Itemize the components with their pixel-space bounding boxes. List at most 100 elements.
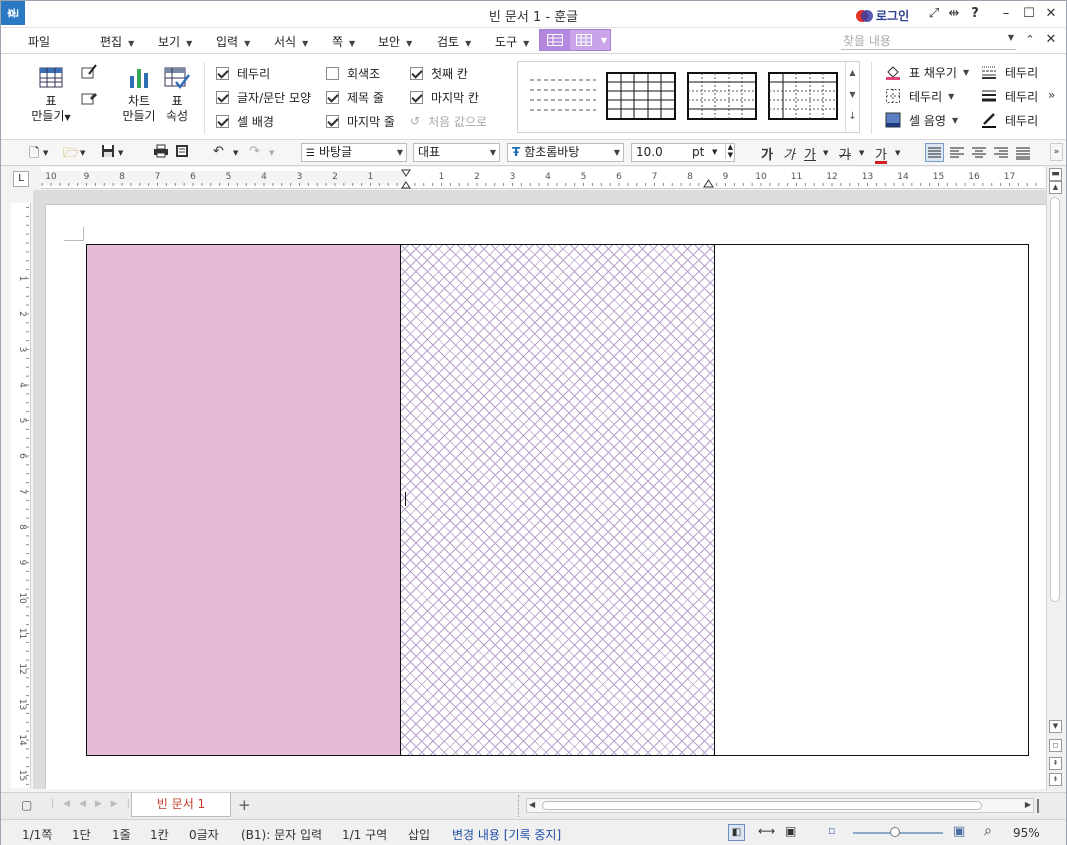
document-area[interactable] bbox=[33, 190, 1046, 789]
table-layout-tab[interactable] bbox=[570, 30, 598, 50]
page-view-icon[interactable]: ◧ bbox=[728, 824, 745, 841]
checkbox-grayscale[interactable]: 회색조 bbox=[326, 65, 380, 81]
table-erase-icon[interactable] bbox=[81, 90, 97, 109]
menu-edit[interactable]: 편집 ▼ bbox=[100, 33, 134, 50]
table-cell-c1[interactable] bbox=[715, 245, 1028, 755]
status-page[interactable]: 1/1쪽 bbox=[22, 826, 52, 843]
table-style-grid-solid[interactable] bbox=[606, 72, 676, 120]
chart-make-button[interactable]: 차트 만들기 bbox=[119, 66, 159, 124]
border-width-button[interactable]: 테두리 bbox=[981, 87, 1038, 105]
menu-file[interactable]: 파일 bbox=[28, 33, 50, 50]
fullscreen-icon[interactable]: ⤢ bbox=[926, 6, 942, 21]
menu-view[interactable]: 보기 ▼ bbox=[158, 33, 192, 50]
style-select[interactable]: ☰ 바탕글 ▼ bbox=[301, 143, 407, 162]
horizontal-ruler[interactable]: 10 9 8 7 6 5 4 3 2 1 1 2 3 4 5 6 7 8 9 10 11 12 13 14 15 16 17 bbox=[41, 167, 1045, 189]
zoom-level[interactable]: 95% bbox=[1013, 826, 1040, 840]
maximize-icon[interactable]: ☐ bbox=[1021, 6, 1037, 21]
menu-review[interactable]: 검토 ▼ bbox=[437, 33, 471, 50]
align-right-button[interactable] bbox=[993, 145, 1009, 165]
checkbox-first-column[interactable]: 첫째 칸 bbox=[410, 65, 468, 81]
undo-icon[interactable]: ↶ bbox=[213, 144, 224, 159]
font-size-input[interactable]: 10.0 pt ▼ ▲ ▼ bbox=[631, 143, 735, 162]
table-style-grid-mixed[interactable] bbox=[687, 72, 757, 120]
scroll-split-handle[interactable] bbox=[518, 795, 520, 817]
align-left-button[interactable] bbox=[949, 145, 965, 165]
border-color-button[interactable]: 테두리 bbox=[981, 111, 1038, 129]
vertical-scrollbar[interactable]: ▬ ▲ ▼ ◻ ⇞ ⇟ bbox=[1046, 167, 1063, 791]
chevron-down-icon[interactable]: ▼ bbox=[43, 149, 48, 157]
reset-defaults-button[interactable]: ↺ 처음 값으로 bbox=[410, 113, 487, 129]
help-icon[interactable]: ? bbox=[967, 6, 983, 21]
print-icon[interactable] bbox=[153, 144, 169, 162]
scroll-up-icon[interactable]: ▲ bbox=[1049, 181, 1062, 194]
zoom-magnifier-icon[interactable]: ⌕ bbox=[984, 823, 992, 839]
chevron-down-icon[interactable]: ▼ bbox=[233, 149, 238, 157]
split-handle-icon[interactable]: ▬ bbox=[1049, 168, 1062, 181]
minimize-icon[interactable]: – bbox=[998, 6, 1014, 21]
checkbox-header-row[interactable]: 제목 줄 bbox=[326, 89, 384, 105]
chevron-down-icon[interactable]: ▼ bbox=[846, 84, 859, 106]
close-doc-icon[interactable]: ✕ bbox=[1043, 32, 1059, 47]
gallery-more-icon[interactable]: ↓ bbox=[846, 106, 859, 128]
status-insert-mode[interactable]: 삽입 bbox=[408, 826, 430, 843]
add-tab-button[interactable]: + bbox=[238, 796, 251, 814]
checkbox-border[interactable]: 테두리 bbox=[216, 65, 270, 81]
align-center-button[interactable] bbox=[971, 145, 987, 165]
table-make-button[interactable]: 표 만들기▼ bbox=[29, 66, 73, 125]
zoom-out-icon[interactable]: ▫ bbox=[828, 824, 835, 837]
checkbox-last-row[interactable]: 마지막 줄 bbox=[326, 113, 395, 129]
print-preview-icon[interactable] bbox=[175, 144, 189, 162]
table-style-dashed[interactable] bbox=[528, 72, 598, 120]
table-style-grid-dotted[interactable] bbox=[768, 72, 838, 120]
redo-icon[interactable]: ↷ bbox=[249, 144, 260, 159]
chevron-down-icon[interactable]: ▼ bbox=[269, 149, 274, 157]
chevron-down-icon[interactable]: ▼ bbox=[1008, 33, 1014, 42]
status-track-changes[interactable]: 변경 내용 [기록 중지] bbox=[452, 826, 561, 843]
strikethrough-button[interactable]: 가 bbox=[839, 144, 851, 163]
next-page-icon[interactable]: ⇟ bbox=[1049, 773, 1062, 786]
scroll-thumb[interactable] bbox=[542, 801, 982, 810]
prev-page-icon[interactable]: ⇞ bbox=[1049, 757, 1062, 770]
gallery-scrollbar[interactable]: ▲ ▼ ↓ bbox=[845, 62, 859, 132]
save-icon[interactable] bbox=[101, 144, 115, 162]
horizontal-scrollbar[interactable]: ◀ ▶ bbox=[526, 798, 1034, 813]
cell-shading-button[interactable]: 셀 음영 ▼ bbox=[885, 111, 958, 129]
table-props-button[interactable]: 표 속성 bbox=[161, 66, 193, 124]
chevron-down-icon[interactable]: ▼ bbox=[859, 149, 864, 157]
login-button[interactable]: 로그인 bbox=[856, 7, 909, 24]
chevron-down-icon[interactable]: ▼ bbox=[895, 149, 900, 157]
font-color-button[interactable]: 가 bbox=[875, 144, 887, 163]
split-view-icon[interactable]: ⇹ bbox=[946, 6, 962, 21]
menu-security[interactable]: 보안 ▼ bbox=[378, 33, 412, 50]
scroll-thumb[interactable] bbox=[1050, 197, 1060, 602]
tab-list-icon[interactable]: ▢ bbox=[21, 798, 32, 812]
underline-button[interactable]: 가 bbox=[804, 144, 816, 163]
menu-tools[interactable]: 도구 ▼ bbox=[495, 33, 529, 50]
size-stepper-icon[interactable]: ▲ ▼ bbox=[724, 143, 733, 159]
zoom-in-icon[interactable]: ▣ bbox=[953, 824, 965, 839]
vertical-ruler[interactable]: 1 2 3 4 5 6 7 8 9 10 11 12 13 14 15 bbox=[11, 203, 31, 788]
table-fill-button[interactable]: 표 채우기 ▼ bbox=[885, 63, 969, 81]
checkbox-last-column[interactable]: 마지막 칸 bbox=[410, 89, 479, 105]
collapse-ribbon-icon[interactable]: ⌃ bbox=[1022, 33, 1038, 46]
split-bar[interactable] bbox=[1037, 799, 1039, 813]
chevron-down-icon[interactable]: ▼ bbox=[823, 149, 828, 157]
right-indent-marker-icon[interactable] bbox=[703, 179, 714, 188]
ribbon-expand-icon[interactable]: » bbox=[1048, 88, 1055, 102]
align-distribute-button[interactable] bbox=[1015, 145, 1031, 165]
checkbox-char-para-shape[interactable]: 글자/문단 모양 bbox=[216, 89, 311, 105]
scroll-down-icon[interactable]: ▼ bbox=[1049, 720, 1062, 733]
language-select[interactable]: 대표 ▼ bbox=[413, 143, 500, 162]
full-view-icon[interactable]: ▣ bbox=[785, 824, 796, 838]
menu-format[interactable]: 서식 ▼ bbox=[274, 33, 308, 50]
zoom-slider-handle[interactable] bbox=[890, 827, 900, 837]
chevron-down-icon[interactable]: ▼ bbox=[80, 149, 85, 157]
width-view-icon[interactable]: ⟷ bbox=[758, 824, 775, 838]
align-justify-button[interactable] bbox=[925, 143, 944, 162]
scroll-left-icon[interactable]: ◀ bbox=[529, 800, 535, 809]
tab-document-1[interactable]: 빈 문서 1 bbox=[131, 793, 231, 817]
scroll-right-icon[interactable]: ▶ bbox=[1025, 800, 1031, 809]
chevron-up-icon[interactable]: ▲ bbox=[846, 62, 859, 84]
search-input[interactable]: 찾을 내용 ▼ bbox=[841, 32, 1016, 50]
italic-button[interactable]: 가 bbox=[783, 144, 795, 163]
